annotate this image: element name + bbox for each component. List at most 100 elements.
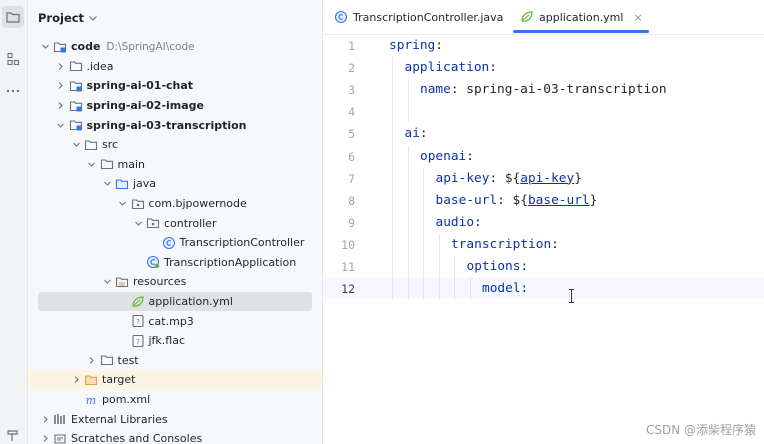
project-panel-header[interactable]: Project (38, 9, 97, 27)
line-number: 8 (348, 193, 355, 208)
tree-item[interactable]: ? cat.mp3 (28, 311, 322, 331)
tree-item[interactable]: target (28, 370, 322, 390)
svg-text:m: m (86, 394, 96, 407)
chevron-down-icon[interactable] (38, 40, 52, 54)
yaml-key: audio (435, 214, 475, 230)
tree-item-label: main (117, 157, 145, 171)
build-tool-button[interactable] (2, 424, 24, 444)
line-number: 11 (341, 260, 355, 274)
chevron-right-icon[interactable] (85, 353, 99, 367)
package-icon (145, 215, 161, 231)
chevron-right-icon[interactable] (38, 412, 52, 426)
chevron-down-icon[interactable] (116, 197, 130, 211)
source-folder-icon (114, 176, 130, 192)
indent-guide (392, 57, 393, 301)
tree-item[interactable]: controller (28, 213, 322, 233)
tree-item[interactable]: application.yml (38, 291, 312, 312)
chevron-down-icon[interactable] (85, 157, 99, 171)
tree-item-label: TranscriptionApplication (164, 255, 297, 269)
more-tools-button[interactable] (2, 80, 24, 102)
tree-item[interactable]: Scratches and Consoles (28, 429, 322, 444)
chevron-down-icon[interactable] (69, 138, 83, 152)
project-panel: Project code D:\SpringAI\code .idea spring-… (28, 0, 323, 444)
scratches-icon (52, 431, 68, 444)
tree-item-label: spring-ai-03-transcription (86, 118, 247, 132)
more-dots-icon (6, 89, 20, 93)
tree-item[interactable]: .idea (28, 57, 322, 77)
line-number: 12 (341, 282, 355, 297)
structure-tool-button[interactable] (2, 48, 24, 70)
tree-item-label: TranscriptionController (179, 236, 305, 250)
tree-item[interactable]: test (28, 351, 322, 371)
tree-item[interactable]: code D:\SpringAI\code (28, 37, 322, 57)
close-tab-icon[interactable]: × (633, 11, 642, 24)
tree-item-label: spring-ai-02-image (86, 99, 205, 113)
chevron-down-icon[interactable] (54, 118, 68, 132)
code-line: options: (467, 256, 529, 278)
module-folder-icon (68, 78, 84, 94)
tab-application-yml[interactable]: application.yml × (513, 0, 649, 34)
class-icon (161, 235, 177, 251)
tree-item[interactable]: m pom.xml (28, 390, 322, 410)
editor-tab-bar: TranscriptionController.java application… (323, 0, 764, 35)
yaml-icon (130, 294, 146, 310)
tree-item[interactable]: java (28, 174, 322, 194)
tree-item-label: target (102, 373, 136, 387)
yaml-text: : (520, 281, 529, 297)
yaml-text: : ${ (497, 192, 528, 208)
tree-item[interactable]: main (28, 155, 322, 175)
project-tool-button[interactable] (2, 6, 24, 28)
tree-item[interactable]: resources (28, 272, 322, 292)
tab-transcription-controller[interactable]: TranscriptionController.java (333, 0, 503, 34)
tab-label: application.yml (539, 10, 624, 24)
line-number: 10 (341, 237, 355, 252)
chevron-down-icon[interactable] (100, 275, 114, 289)
tree-item-label: spring-ai-01-chat (86, 79, 194, 93)
line-number: 7 (348, 171, 355, 186)
property-reference[interactable]: base-url (528, 193, 590, 208)
tree-item[interactable]: ? jfk.flac (28, 331, 322, 351)
tree-item[interactable]: TranscriptionController (28, 233, 322, 253)
yaml-text: : (551, 236, 559, 252)
tree-item[interactable]: TranscriptionApplication (28, 253, 322, 273)
chevron-right-icon[interactable] (69, 373, 83, 387)
chevron-right-icon[interactable] (54, 59, 68, 73)
tree-item[interactable]: spring-ai-03-transcription (28, 115, 322, 135)
tree-item[interactable]: External Libraries (28, 409, 322, 429)
chevron-down-icon (89, 15, 97, 21)
line-number: 2 (348, 61, 355, 76)
chevron-down-icon[interactable] (131, 216, 145, 230)
watermark: CSDN @添柴程序猿 (645, 423, 756, 437)
yaml-text: : (474, 214, 482, 230)
chevron-down-icon[interactable] (100, 177, 114, 191)
resources-folder-icon (114, 274, 130, 290)
tree-item-label: Scratches and Consoles (71, 432, 203, 444)
unknown-file-icon: ? (130, 333, 146, 349)
activity-strip (0, 0, 28, 444)
code-line: openai: (420, 146, 474, 168)
chevron-right-icon[interactable] (38, 432, 52, 444)
tree-item[interactable]: com.bjpowernode (28, 194, 322, 214)
tree-item-label: controller (164, 216, 217, 230)
code-text-area[interactable]: spring: application: name: spring-ai-03-tr… (389, 34, 764, 444)
indent-guide (407, 79, 409, 124)
yaml-key: name (420, 82, 451, 98)
code-line: ai: (405, 123, 428, 145)
line-number: 5 (348, 127, 355, 142)
tree-item[interactable]: src (28, 135, 322, 155)
yaml-key: base-url (435, 192, 498, 208)
package-icon (130, 196, 146, 212)
chevron-right-icon[interactable] (54, 79, 68, 93)
excluded-folder-icon (83, 372, 99, 388)
tree-item[interactable]: spring-ai-01-chat (28, 76, 322, 96)
yaml-text: : (419, 126, 428, 142)
yaml-key: application (404, 60, 490, 76)
line-number: 4 (348, 105, 355, 120)
property-reference[interactable]: api-key (520, 171, 574, 186)
tree-item-label: test (117, 353, 139, 367)
tree-item[interactable]: spring-ai-02-image (28, 96, 322, 116)
chevron-right-icon[interactable] (54, 99, 68, 113)
